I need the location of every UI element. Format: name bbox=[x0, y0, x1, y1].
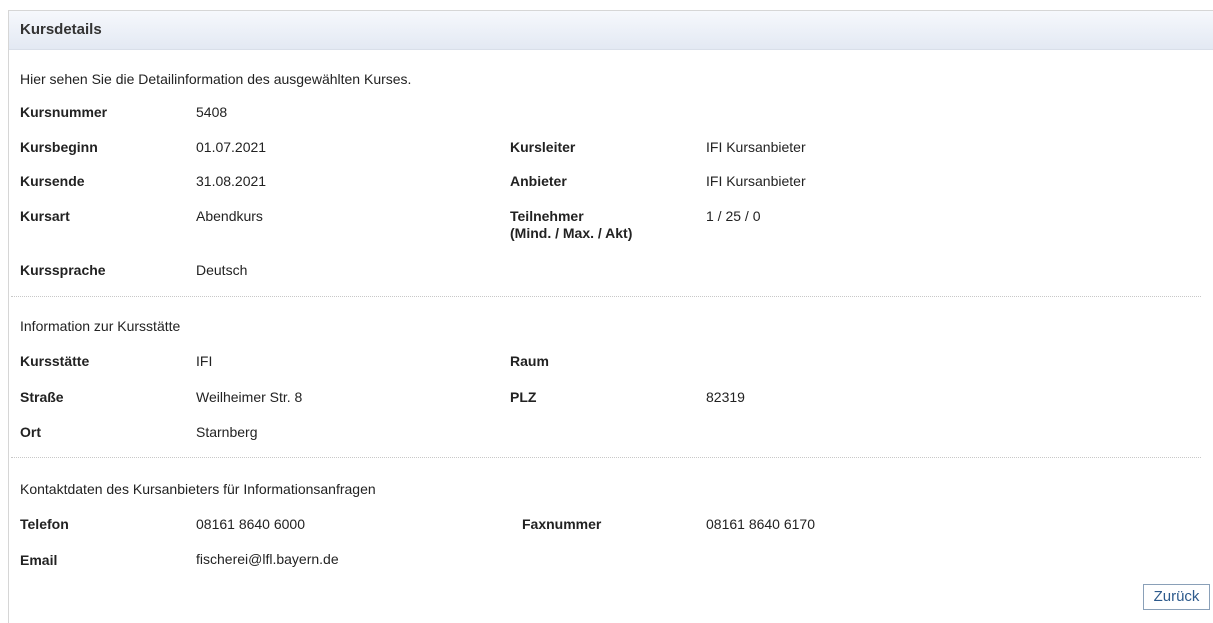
kurssprache-label: Kurssprache bbox=[20, 262, 106, 278]
anbieter-value: IFI Kursanbieter bbox=[706, 173, 806, 189]
teilnehmer-label: Teilnehmer bbox=[510, 208, 584, 224]
strasse-value: Weilheimer Str. 8 bbox=[196, 389, 303, 405]
panel-title: Kursdetails bbox=[9, 11, 1213, 50]
ort-value: Starnberg bbox=[196, 424, 258, 440]
kursart-value: Abendkurs bbox=[196, 208, 263, 224]
raum-label: Raum bbox=[510, 353, 549, 369]
plz-value: 82319 bbox=[706, 389, 745, 405]
strasse-label: Straße bbox=[20, 389, 64, 405]
telefon-label: Telefon bbox=[20, 516, 69, 532]
section-divider bbox=[11, 296, 1201, 297]
anbieter-label: Anbieter bbox=[510, 173, 567, 189]
kursart-label: Kursart bbox=[20, 208, 70, 224]
kursbeginn-label: Kursbeginn bbox=[20, 139, 98, 155]
teilnehmer-value: 1 / 25 / 0 bbox=[706, 208, 761, 224]
ort-label: Ort bbox=[20, 424, 41, 440]
course-details-panel: Kursdetails bbox=[8, 10, 1213, 623]
section-divider bbox=[11, 457, 1201, 458]
kursnummer-label: Kursnummer bbox=[20, 104, 108, 120]
kursstaette-value: IFI bbox=[196, 353, 213, 369]
contact-heading: Kontaktdaten des Kursanbieters für Infor… bbox=[20, 481, 376, 497]
kursleiter-value: IFI Kursanbieter bbox=[706, 139, 806, 155]
kursbeginn-value: 01.07.2021 bbox=[196, 139, 267, 155]
telefon-value: 08161 8640 6000 bbox=[196, 516, 305, 532]
kursende-value: 31.08.2021 bbox=[196, 173, 267, 189]
fax-value: 08161 8640 6170 bbox=[706, 516, 815, 532]
kursende-label: Kursende bbox=[20, 173, 85, 189]
plz-label: PLZ bbox=[510, 389, 537, 405]
venue-heading: Information zur Kursstätte bbox=[20, 318, 181, 334]
teilnehmer-sublabel: (Mind. / Max. / Akt) bbox=[510, 225, 633, 241]
email-label: Email bbox=[20, 552, 58, 568]
kursleiter-label: Kursleiter bbox=[510, 139, 576, 155]
intro-text: Hier sehen Sie die Detailinformation des… bbox=[20, 71, 412, 87]
fax-label: Faxnummer bbox=[522, 516, 602, 532]
back-button[interactable]: Zurück bbox=[1143, 584, 1210, 610]
kursstaette-label: Kursstätte bbox=[20, 353, 90, 369]
kursnummer-value: 5408 bbox=[196, 104, 228, 120]
email-value: fischerei@lfl.bayern.de bbox=[196, 551, 339, 567]
kurssprache-value: Deutsch bbox=[196, 262, 248, 278]
